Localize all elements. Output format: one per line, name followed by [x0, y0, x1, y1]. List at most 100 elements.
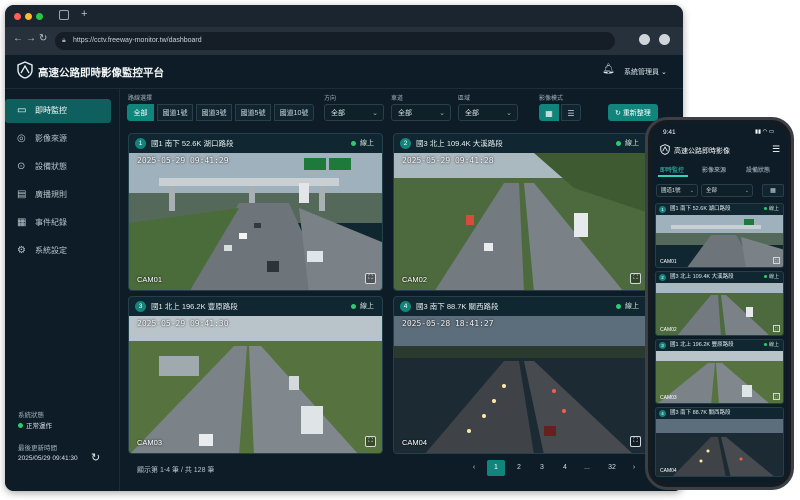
route-n10-button[interactable]: 國道10號 — [274, 104, 314, 121]
address-bar-row: ← → ↻ 🔒︎ https://cctv.freeway-monitor.tw… — [5, 27, 683, 55]
sidebar-toggle-icon[interactable] — [59, 10, 69, 20]
online-status-badge: 線上 — [764, 272, 779, 283]
forward-arrow-icon[interactable]: → — [26, 33, 36, 44]
page-4-button[interactable]: 4 — [557, 460, 573, 476]
page-1-button[interactable]: 1 — [487, 460, 505, 476]
fullscreen-icon[interactable]: ⛶ — [630, 436, 641, 447]
phone-mockup: 9:41 ▮▮ ◠ ▭ 高速公路即時影像 ☰ 即時監控 影像來源 設備狀態 國道… — [645, 117, 794, 490]
page-3-button[interactable]: 3 — [534, 460, 550, 476]
chevron-down-icon: ⌄ — [660, 69, 667, 76]
camera-number-badge: 1 — [659, 206, 666, 213]
view-mode-label: 影像模式 — [539, 96, 564, 102]
url-field[interactable]: 🔒︎ https://cctv.freeway-monitor.tw/dashb… — [55, 32, 615, 50]
next-page-button[interactable]: › — [627, 460, 641, 476]
route-n3-button[interactable]: 國道3號 — [196, 104, 232, 121]
route-n5-button[interactable]: 國道5號 — [235, 104, 271, 121]
camera-card-3[interactable]: 3 國1 北上 196.2K 豐原路段 線上 2025-05-29 09:41:30… — [128, 296, 383, 454]
browser-tab-bar: + — [5, 5, 683, 27]
camera-title-bar: 2 國3 北上 109.4K 大溪路段 線上 — [394, 134, 647, 153]
fullscreen-icon[interactable]: ⛶ — [630, 273, 641, 284]
camera-feed-image — [129, 153, 382, 290]
region-select-value: 全部 — [465, 110, 479, 117]
pagination-summary: 顯示第 1-4 筆 / 共 128 筆 — [137, 467, 215, 474]
profile-icon[interactable] — [639, 34, 650, 45]
notification-bell-icon[interactable]: 🔔︎ — [602, 64, 615, 75]
online-status-badge: 線上 — [616, 297, 639, 316]
hamburger-menu-icon[interactable]: ☰ — [772, 144, 780, 155]
phone-camera-card-2[interactable]: 2 國3 北上 109.4K 大溪路段 線上 CAM02 ⛶ — [655, 271, 784, 336]
route-all-button[interactable]: 全部 — [127, 104, 154, 121]
phone-camera-title-bar: 4 國3 南下 88.7K 關西路段 — [656, 408, 783, 419]
lock-icon: 🔒︎ — [62, 37, 66, 44]
phone-tab-live[interactable]: 即時監控 — [660, 165, 684, 174]
account-icon[interactable] — [659, 34, 670, 45]
page-32-button[interactable]: 32 — [603, 460, 621, 476]
prev-page-button[interactable]: ‹ — [467, 460, 481, 476]
sidebar-item-video-source[interactable]: ◎ 影像來源 — [5, 127, 111, 151]
direction-select[interactable]: 全部 ⌄ — [324, 104, 384, 121]
phone-direction-value: 全部 — [706, 188, 718, 194]
fullscreen-icon[interactable]: ⛶ — [365, 436, 376, 447]
lane-filter-label: 車道 — [391, 96, 404, 102]
url-text: https://cctv.freeway-monitor.tw/dashboar… — [73, 37, 202, 44]
camera-feed-image — [394, 153, 647, 290]
grid-view-icon[interactable]: ▦ — [539, 104, 559, 121]
region-select[interactable]: 全部 ⌄ — [458, 104, 518, 121]
phone-direction-select[interactable]: 全部 ⌄ — [701, 184, 753, 197]
maximize-window-icon[interactable] — [36, 13, 43, 20]
sidebar-item-event-log[interactable]: ▦ 事件紀錄 — [5, 211, 111, 235]
camera-id-label: CAM02 — [660, 327, 677, 333]
camera-id-label: CAM02 — [402, 275, 428, 284]
phone-camera-card-4[interactable]: 4 國3 南下 88.7K 關西路段 CAM04 — [655, 407, 784, 477]
phone-camera-title-bar: 1 國1 南下 52.6K 湖口路段 線上 — [656, 204, 783, 215]
camera-feed-image — [394, 316, 647, 453]
sidebar-item-broadcast-rules[interactable]: ▤ 廣播規則 — [5, 183, 111, 207]
fullscreen-icon[interactable]: ⛶ — [365, 273, 376, 284]
last-updated-label: 最後更新時間 — [18, 445, 57, 452]
camera-title: 國3 南下 88.7K 關西路段 — [416, 302, 499, 311]
camera-number-badge: 2 — [659, 274, 666, 281]
refresh-button-label: 重新整理 — [622, 110, 651, 117]
fullscreen-icon[interactable]: ⛶ — [773, 257, 780, 264]
refresh-time-icon[interactable]: ↻ — [91, 451, 100, 464]
page-2-button[interactable]: 2 — [511, 460, 527, 476]
camera-card-4[interactable]: 4 國3 南下 88.7K 關西路段 線上 2025-05-28 18:41:27 … — [393, 296, 648, 454]
sidebar-item-system-settings[interactable]: ⚙︎ 系統設定 — [5, 239, 111, 263]
phone-camera-title: 國3 南下 88.7K 關西路段 — [670, 410, 731, 416]
camera-title: 國1 南下 52.6K 湖口路段 — [151, 139, 234, 148]
sidebar-item-device-status[interactable]: ⊙ 設備狀態 — [5, 155, 111, 179]
direction-filter-label: 方向 — [324, 96, 337, 102]
phone-camera-card-3[interactable]: 3 國1 北上 196.2K 豐原路段 線上 CAM03 ⛶ — [655, 339, 784, 404]
sidebar-item-label: 廣播規則 — [35, 190, 67, 199]
list-view-icon[interactable]: ☰ — [561, 104, 581, 121]
online-status-badge: 線上 — [764, 204, 779, 215]
phone-grid-view-icon[interactable]: ▦ — [762, 184, 784, 197]
chevron-down-icon: ⌄ — [744, 188, 749, 194]
fullscreen-icon[interactable]: ⛶ — [773, 325, 780, 332]
reload-icon[interactable]: ↻ — [39, 33, 47, 44]
chevron-down-icon: ⌄ — [689, 188, 694, 194]
shield-logo-icon — [17, 61, 33, 79]
phone-camera-card-1[interactable]: 1 國1 南下 52.6K 湖口路段 線上 CAM01 ⛶ — [655, 203, 784, 268]
camera-card-1[interactable]: 1 國1 南下 52.6K 湖口路段 線上 2025-05-29 09:41:29 … — [128, 133, 383, 291]
route-n1-button[interactable]: 國道1號 — [157, 104, 193, 121]
new-tab-button[interactable]: + — [81, 8, 87, 20]
camera-card-2[interactable]: 2 國3 北上 109.4K 大溪路段 線上 2025-05-29 09:41:28… — [393, 133, 648, 291]
close-window-icon[interactable] — [14, 13, 21, 20]
phone-tab-device[interactable]: 設備狀態 — [746, 165, 770, 174]
refresh-button[interactable]: ↻ 重新整理 — [608, 104, 658, 121]
fullscreen-icon[interactable]: ⛶ — [773, 393, 780, 400]
sidebar-item-live-monitor[interactable]: ▭ 即時監控 — [5, 99, 111, 123]
minimize-window-icon[interactable] — [25, 13, 32, 20]
back-arrow-icon[interactable]: ← — [13, 33, 23, 44]
app-title: 高速公路即時影像監控平台 — [38, 67, 164, 79]
camera-id-label: CAM04 — [402, 438, 428, 447]
phone-camera-title: 國3 北上 109.4K 大溪路段 — [670, 274, 734, 280]
lane-select[interactable]: 全部 ⌄ — [391, 104, 451, 121]
phone-tab-source[interactable]: 影像來源 — [702, 165, 726, 174]
signal-battery-icon: ▮▮ ◠ ▭ — [755, 129, 775, 135]
camera-title-bar: 1 國1 南下 52.6K 湖口路段 線上 — [129, 134, 382, 153]
phone-route-select[interactable]: 國道1號 ⌄ — [656, 184, 698, 197]
user-menu[interactable]: 系統管理員 ⌄ — [624, 67, 667, 77]
chevron-down-icon: ⌄ — [506, 110, 512, 117]
